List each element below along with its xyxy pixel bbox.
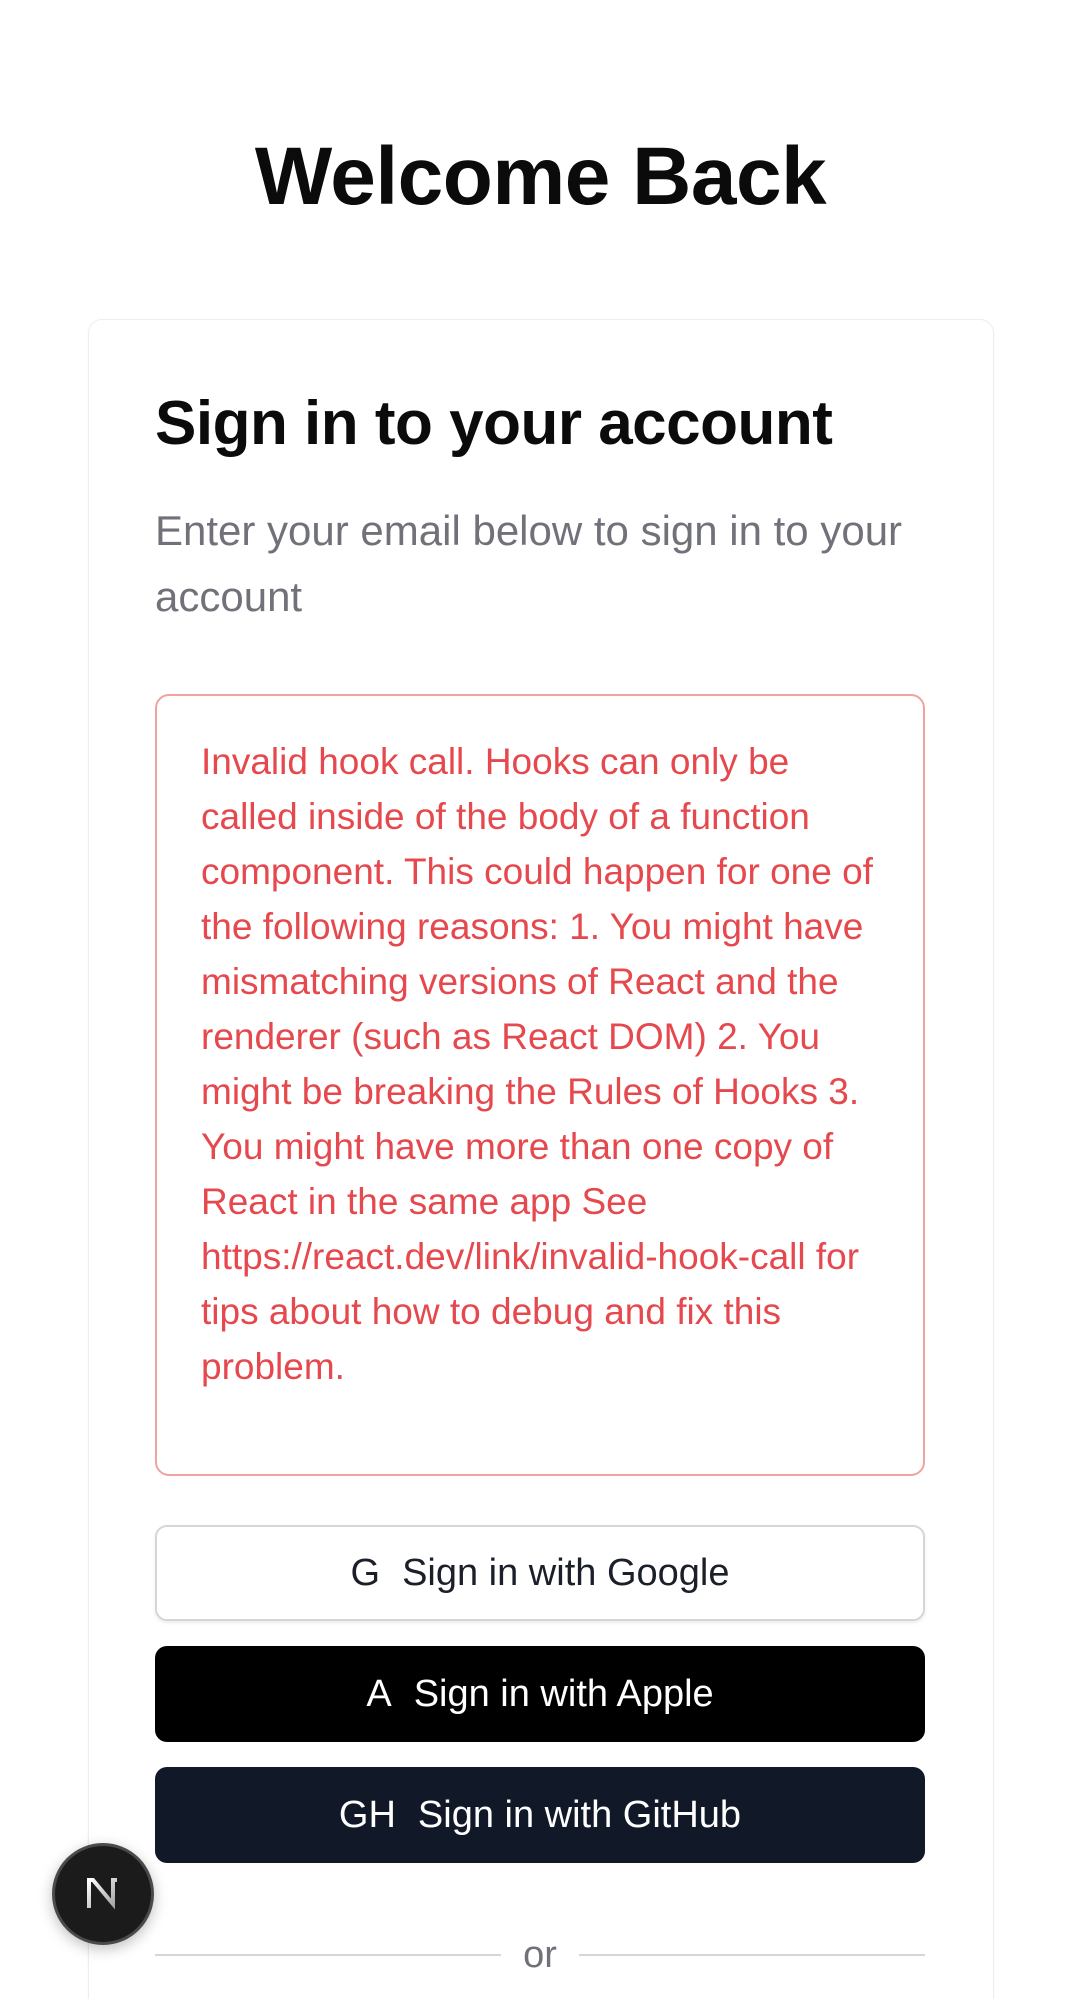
apple-sign-in-label: Sign in with Apple: [413, 1672, 714, 1715]
apple-icon: A: [366, 1672, 392, 1715]
page-title: Welcome Back: [254, 131, 827, 222]
divider-line-left: [155, 1954, 502, 1956]
page: Welcome Back Sign in to your account Ent…: [0, 0, 1081, 1999]
apple-sign-in-button[interactable]: A Sign in with Apple: [155, 1646, 925, 1742]
or-divider: or: [155, 1930, 926, 1980]
error-message: Invalid hook call. Hooks can only be cal…: [201, 741, 873, 1387]
github-sign-in-label: Sign in with GitHub: [417, 1793, 742, 1836]
github-icon: GH: [338, 1793, 396, 1836]
google-icon: G: [350, 1551, 381, 1594]
google-sign-in-label: Sign in with Google: [402, 1551, 730, 1594]
github-sign-in-button[interactable]: GH Sign in with GitHub: [155, 1767, 925, 1863]
divider-line-right: [578, 1954, 926, 1956]
card-title: Sign in to your account: [155, 389, 833, 458]
card-description: Enter your email below to sign in to you…: [155, 507, 903, 620]
nextjs-logo-icon: [87, 1878, 117, 1910]
divider-label: or: [523, 1933, 557, 1976]
google-sign-in-button[interactable]: G Sign in with Google: [155, 1525, 925, 1621]
nextjs-dev-tools-button[interactable]: [52, 1843, 154, 1945]
sign-in-card: Sign in to your account Enter your email…: [88, 319, 994, 1999]
error-alert: Invalid hook call. Hooks can only be cal…: [155, 694, 925, 1476]
